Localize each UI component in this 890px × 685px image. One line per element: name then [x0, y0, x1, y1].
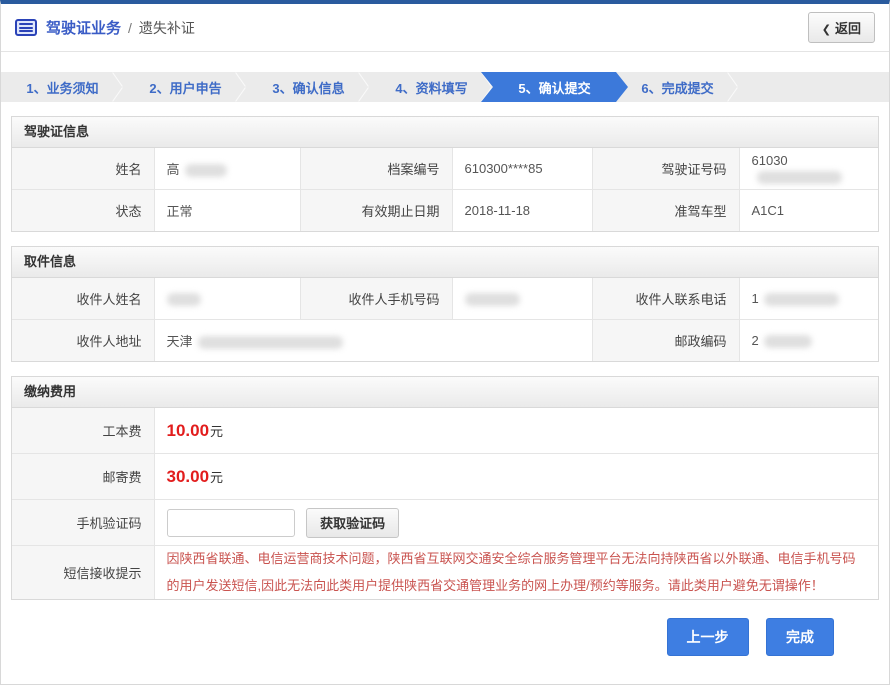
fee-unit: 元 [210, 470, 223, 485]
redacted-value [764, 293, 839, 306]
breadcrumb-current: 遗失补证 [139, 18, 195, 38]
table-row: 姓名 高 档案编号 610300****85 驾驶证号码 61030 [12, 148, 878, 190]
sms-notice-text: 因陕西省联通、电信运营商技术问题，陕西省互联网交通安全综合服务管理平台无法向持陕… [167, 546, 867, 599]
tabbar-filler [739, 72, 889, 102]
redacted-value [185, 164, 227, 177]
table-row: 手机验证码 获取验证码 [12, 500, 878, 546]
finish-button[interactable]: 完成 [766, 618, 834, 656]
tab-step-5-label: 5、确认提交 [518, 78, 590, 97]
expiry-value: 2018-11-18 [452, 190, 592, 232]
file-no-value: 610300****85 [452, 148, 592, 190]
tab-step-6-label: 6、完成提交 [641, 78, 713, 97]
production-fee-value: 10.00元 [154, 408, 878, 454]
footer-actions: 上一步 完成 [1, 618, 889, 656]
payment-section: 缴纳费用 工本费 10.00元 邮寄费 30.00元 手机验证码 获取验证码 短… [11, 376, 879, 600]
postage-fee-value: 30.00元 [154, 454, 878, 500]
tab-step-6[interactable]: 6、完成提交 [616, 72, 739, 102]
table-row: 收件人姓名 收件人手机号码 收件人联系电话 1 [12, 278, 878, 320]
previous-step-button[interactable]: 上一步 [667, 618, 749, 656]
sms-code-input[interactable] [167, 509, 295, 537]
redacted-value [465, 293, 520, 306]
tab-step-3[interactable]: 3、确认信息 [247, 72, 370, 102]
tab-step-5-active[interactable]: 5、确认提交 [481, 72, 628, 102]
payment-table: 工本费 10.00元 邮寄费 30.00元 手机验证码 获取验证码 短信接收提示… [12, 408, 878, 599]
back-button[interactable]: ❮ 返回 [808, 12, 875, 43]
expiry-label: 有效期止日期 [300, 190, 452, 232]
table-row: 收件人地址 天津 邮政编码 2 [12, 320, 878, 362]
tab-step-4-label: 4、资料填写 [395, 78, 467, 97]
sms-code-field-cell: 获取验证码 [154, 500, 878, 546]
pickup-info-section: 取件信息 收件人姓名 收件人手机号码 收件人联系电话 1 收件人地址 天津 邮政… [11, 246, 879, 362]
postal-code-value: 2 [739, 320, 878, 362]
page: 驾驶证业务 / 遗失补证 ❮ 返回 1、业务须知 2、用户申告 3、确认信息 4、… [0, 0, 890, 685]
table-row: 状态 正常 有效期止日期 2018-11-18 准驾车型 A1C1 [12, 190, 878, 232]
tab-step-4[interactable]: 4、资料填写 [370, 72, 493, 102]
tab-step-1[interactable]: 1、业务须知 [1, 72, 124, 102]
status-value: 正常 [154, 190, 300, 232]
breadcrumb-separator: / [128, 20, 132, 36]
vehicle-class-value: A1C1 [739, 190, 878, 232]
step-tabs: 1、业务须知 2、用户申告 3、确认信息 4、资料填写 5、确认提交 6、完成提… [1, 72, 889, 102]
recipient-mobile-label: 收件人手机号码 [300, 278, 452, 320]
back-button-label: 返回 [835, 21, 861, 36]
recipient-address-label: 收件人地址 [12, 320, 154, 362]
fee-amount: 10.00 [167, 421, 210, 440]
redacted-value [757, 171, 842, 184]
recipient-name-value [154, 278, 300, 320]
license-no-label: 驾驶证号码 [592, 148, 739, 190]
page-title: 驾驶证业务 [46, 17, 121, 38]
chevron-left-icon: ❮ [822, 24, 831, 36]
list-icon [15, 19, 37, 36]
header: 驾驶证业务 / 遗失补证 ❮ 返回 [1, 4, 889, 52]
name-value: 高 [154, 148, 300, 190]
sms-code-label: 手机验证码 [12, 500, 154, 546]
postal-code-label: 邮政编码 [592, 320, 739, 362]
redacted-value [198, 336, 343, 349]
status-label: 状态 [12, 190, 154, 232]
tab-step-2-label: 2、用户申告 [149, 78, 221, 97]
fee-amount: 30.00 [167, 467, 210, 486]
license-section-title: 驾驶证信息 [12, 117, 878, 148]
production-fee-label: 工本费 [12, 408, 154, 454]
fee-unit: 元 [210, 424, 223, 439]
get-code-button[interactable]: 获取验证码 [306, 508, 399, 538]
tab-step-3-label: 3、确认信息 [272, 78, 344, 97]
recipient-phone-label: 收件人联系电话 [592, 278, 739, 320]
sms-notice-label: 短信接收提示 [12, 546, 154, 600]
recipient-address-value: 天津 [154, 320, 592, 362]
postage-fee-label: 邮寄费 [12, 454, 154, 500]
table-row: 邮寄费 30.00元 [12, 454, 878, 500]
redacted-value [167, 293, 201, 306]
name-label: 姓名 [12, 148, 154, 190]
table-row: 短信接收提示 因陕西省联通、电信运营商技术问题，陕西省互联网交通安全综合服务管理… [12, 546, 878, 600]
pickup-info-table: 收件人姓名 收件人手机号码 收件人联系电话 1 收件人地址 天津 邮政编码 2 [12, 278, 878, 361]
pickup-section-title: 取件信息 [12, 247, 878, 278]
license-info-section: 驾驶证信息 姓名 高 档案编号 610300****85 驾驶证号码 61030… [11, 116, 879, 232]
license-no-value: 61030 [739, 148, 878, 190]
license-info-table: 姓名 高 档案编号 610300****85 驾驶证号码 61030 状态 正常… [12, 148, 878, 231]
recipient-mobile-value [452, 278, 592, 320]
table-row: 工本费 10.00元 [12, 408, 878, 454]
tab-step-2[interactable]: 2、用户申告 [124, 72, 247, 102]
tab-step-1-label: 1、业务须知 [26, 78, 98, 97]
redacted-value [764, 335, 812, 348]
recipient-phone-value: 1 [739, 278, 878, 320]
recipient-name-label: 收件人姓名 [12, 278, 154, 320]
sms-notice-cell: 因陕西省联通、电信运营商技术问题，陕西省互联网交通安全综合服务管理平台无法向持陕… [154, 546, 878, 600]
vehicle-class-label: 准驾车型 [592, 190, 739, 232]
file-no-label: 档案编号 [300, 148, 452, 190]
payment-section-title: 缴纳费用 [12, 377, 878, 408]
